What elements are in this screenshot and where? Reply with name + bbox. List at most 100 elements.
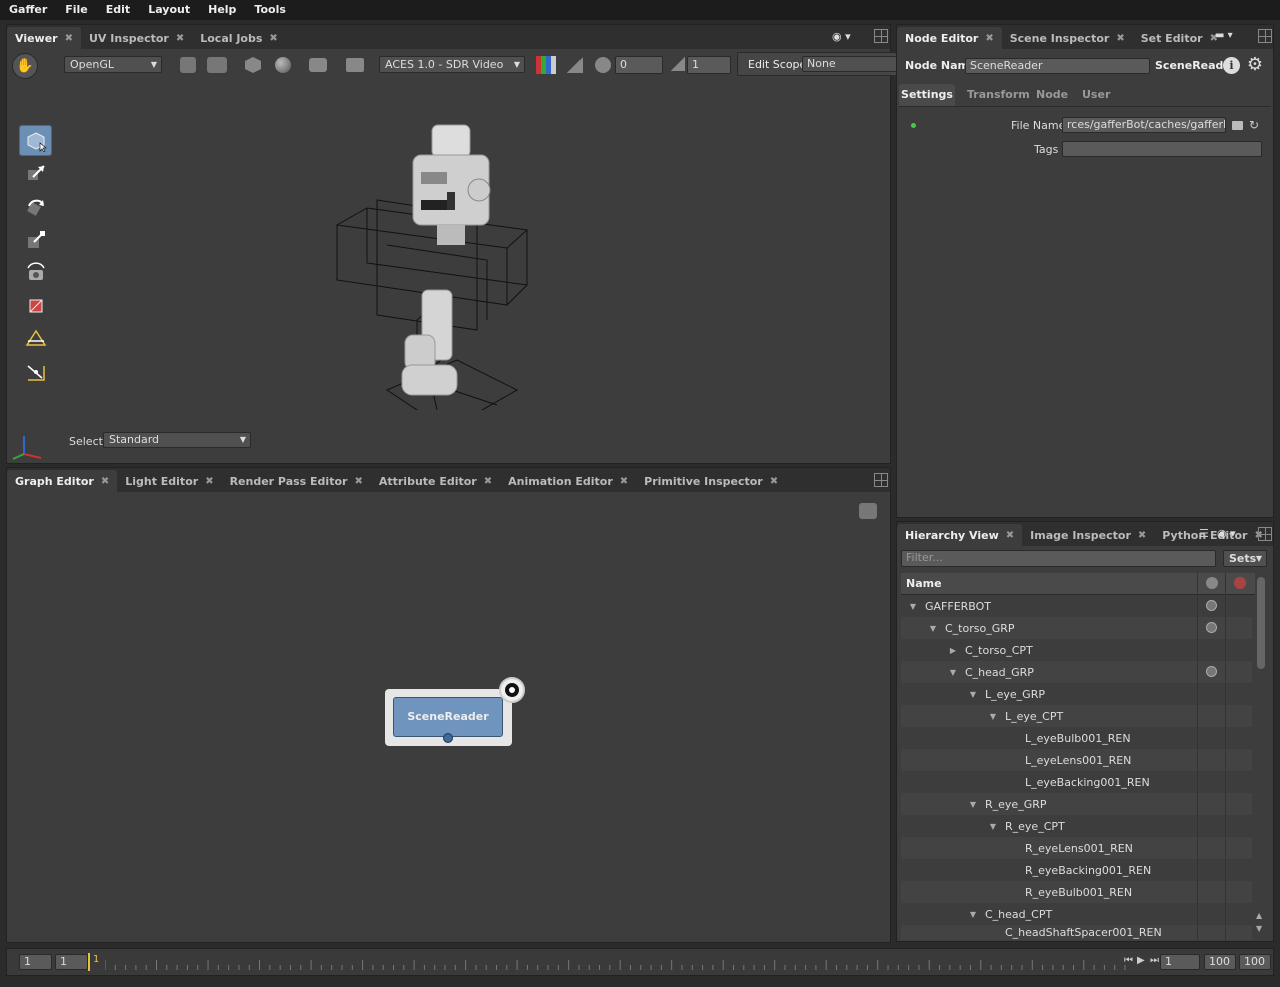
sets-dropdown[interactable]: Sets ▼	[1223, 550, 1267, 567]
scroll-up-icon[interactable]: ▲	[1256, 911, 1262, 920]
folder-icon[interactable]	[1232, 121, 1243, 130]
visibility-cell[interactable]	[1197, 859, 1225, 881]
render-header-icon[interactable]	[1225, 573, 1253, 595]
hierarchy-row[interactable]: ▼ R_eye_CPT	[901, 815, 1252, 837]
visibility-cell[interactable]	[1197, 683, 1225, 705]
tab-node[interactable]: Node	[1036, 84, 1068, 106]
rgb-channels-icon[interactable]	[536, 56, 556, 74]
gear-icon[interactable]: ⚙	[1245, 55, 1265, 75]
hierarchy-row[interactable]: R_eyeBacking001_REN	[901, 859, 1252, 881]
hierarchy-row[interactable]: ▼ L_eye_CPT	[901, 705, 1252, 727]
tab-viewer[interactable]: Viewer ✖	[7, 27, 81, 49]
visibility-cell[interactable]	[1197, 925, 1225, 940]
close-icon[interactable]: ✖	[354, 476, 362, 487]
hierarchy-row[interactable]: ▼ C_head_CPT	[901, 903, 1252, 925]
tab-render-pass-editor[interactable]: Render Pass Editor ✖	[222, 470, 371, 492]
collapse-arrow-icon[interactable]: ▼	[967, 690, 979, 699]
render-cell[interactable]	[1225, 595, 1253, 617]
translate-tool-button[interactable]	[19, 158, 52, 189]
pin-icon[interactable]: ◉ ▾	[832, 30, 862, 44]
layout-grid-icon[interactable]	[1258, 527, 1272, 541]
shading-cube-icon[interactable]	[180, 57, 196, 73]
menu-tools[interactable]: Tools	[245, 0, 294, 20]
output-plug[interactable]	[443, 733, 453, 743]
hierarchy-row[interactable]: C_headShaftSpacer001_REN	[901, 925, 1252, 940]
close-icon[interactable]: ✖	[205, 476, 213, 487]
render-cell[interactable]	[1225, 705, 1253, 727]
range-end-field[interactable]: 100	[1204, 954, 1236, 970]
render-cell[interactable]	[1225, 683, 1253, 705]
editor-focus-icon[interactable]: ▬ ▾	[1215, 30, 1245, 44]
selection-tool-button[interactable]	[19, 125, 52, 156]
menu-layout[interactable]: Layout	[139, 0, 199, 20]
close-icon[interactable]: ✖	[770, 476, 778, 487]
tab-animation-editor[interactable]: Animation Editor ✖	[500, 470, 636, 492]
node-name-field[interactable]: SceneReader	[965, 58, 1150, 74]
close-icon[interactable]: ✖	[101, 476, 109, 487]
hierarchy-row[interactable]: ▼ R_eye_GRP	[901, 793, 1252, 815]
expand-arrow-icon[interactable]: ▶	[947, 646, 959, 655]
cube-icon[interactable]	[245, 57, 261, 73]
annotation-icon[interactable]	[859, 503, 877, 519]
visibility-cell[interactable]	[1197, 727, 1225, 749]
exposure-field[interactable]: 0	[615, 56, 663, 74]
scroll-down-icon[interactable]: ▼	[1256, 924, 1262, 933]
edit-scope-field[interactable]: None	[802, 56, 897, 72]
pin-icon[interactable]: ◉ ▾	[1217, 527, 1247, 541]
viewport-scene[interactable]	[327, 120, 547, 410]
hand-icon[interactable]: ✋	[12, 53, 38, 79]
hierarchy-row[interactable]: ▼ C_head_GRP	[901, 661, 1252, 683]
hierarchy-row[interactable]: L_eyeBacking001_REN	[901, 771, 1252, 793]
hierarchy-row[interactable]: ▼ GAFFERBOT	[901, 595, 1252, 617]
current-frame-field[interactable]: 1	[1160, 954, 1200, 970]
close-icon[interactable]: ✖	[1138, 530, 1146, 541]
collapse-arrow-icon[interactable]: ▼	[927, 624, 939, 633]
render-cell[interactable]	[1225, 881, 1253, 903]
render-cell[interactable]	[1225, 617, 1253, 639]
visibility-cell[interactable]	[1197, 815, 1225, 837]
render-cell[interactable]	[1225, 837, 1253, 859]
layout-grid-icon[interactable]	[874, 29, 888, 43]
collapse-arrow-icon[interactable]: ▼	[967, 800, 979, 809]
refresh-icon[interactable]: ↻	[1249, 118, 1261, 132]
visibility-cell[interactable]	[1197, 661, 1225, 683]
collapse-arrow-icon[interactable]: ▼	[987, 822, 999, 831]
menu-help[interactable]: Help	[199, 0, 245, 20]
collapse-arrow-icon[interactable]: ▼	[947, 668, 959, 677]
file-name-field[interactable]: rces/gafferBot/caches/gafferBot.scc	[1062, 117, 1226, 133]
hierarchy-row[interactable]: R_eyeBulb001_REN	[901, 881, 1252, 903]
visibility-cell[interactable]	[1197, 705, 1225, 727]
visibility-cell[interactable]	[1197, 771, 1225, 793]
filter-input[interactable]: Filter...	[901, 550, 1216, 567]
aperture-icon[interactable]	[595, 57, 611, 73]
close-icon[interactable]: ✖	[176, 33, 184, 44]
render-cell[interactable]	[1225, 793, 1253, 815]
tab-python-editor[interactable]: Python Editor✖	[1154, 524, 1271, 546]
info-icon[interactable]: i	[1223, 57, 1240, 74]
playhead[interactable]	[88, 953, 90, 971]
gamma-field[interactable]: 1	[687, 56, 731, 74]
visibility-header-icon[interactable]	[1197, 573, 1225, 595]
collapse-arrow-icon[interactable]: ▼	[967, 910, 979, 919]
visibility-cell[interactable]	[1197, 639, 1225, 661]
tab-transform[interactable]: Transform	[967, 84, 1030, 106]
collapse-arrow-icon[interactable]: ▼	[907, 602, 919, 611]
tab-primitive-inspector[interactable]: Primitive Inspector ✖	[636, 470, 786, 492]
display-transform-dropdown[interactable]: ACES 1.0 - SDR Video ▼	[379, 56, 525, 73]
skip-back-icon[interactable]: ⏮	[1124, 955, 1133, 966]
hierarchy-row[interactable]: L_eyeBulb001_REN	[901, 727, 1252, 749]
sphere-icon[interactable]	[275, 57, 291, 73]
hierarchy-row[interactable]: ▼ L_eye_GRP	[901, 683, 1252, 705]
soft-clip-icon[interactable]	[567, 57, 583, 73]
visibility-cell[interactable]	[1197, 749, 1225, 771]
tab-scene-inspector[interactable]: Scene Inspector ✖	[1002, 27, 1133, 49]
start-frame-field[interactable]: 1	[19, 954, 52, 970]
visibility-cell[interactable]	[1197, 595, 1225, 617]
close-icon[interactable]: ✖	[985, 33, 993, 44]
renderer-dropdown[interactable]: OpenGL ▼	[64, 56, 162, 73]
camera-icon[interactable]	[309, 58, 327, 72]
render-cell[interactable]	[1225, 925, 1252, 940]
light-position-tool-button[interactable]	[19, 323, 52, 354]
tab-set-editor[interactable]: Set Editor ✖	[1133, 27, 1226, 49]
expand-icon[interactable]	[207, 57, 227, 73]
